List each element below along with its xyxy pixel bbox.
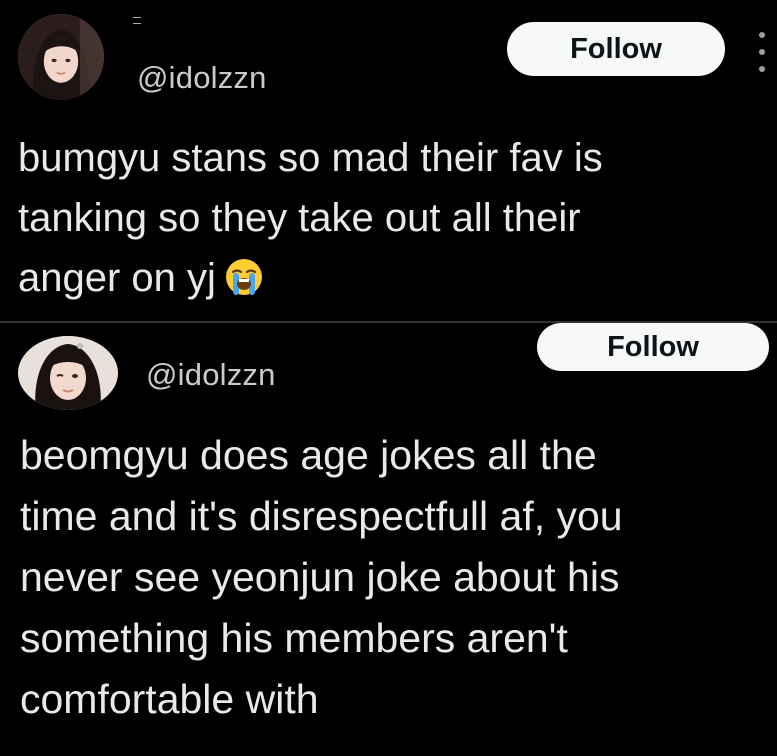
tweet-text-line: time and it's disrespectfull af, you <box>20 493 623 539</box>
tweet-text-line: beomgyu does age jokes all the <box>20 432 597 478</box>
avatar[interactable] <box>18 14 104 100</box>
avatar[interactable] <box>18 336 118 410</box>
status-mark-icon <box>133 17 141 24</box>
author-handle[interactable]: @idolzzn <box>146 357 276 393</box>
tweet-text-line: something his members aren't <box>20 615 568 661</box>
follow-button[interactable]: Follow <box>537 323 769 371</box>
tweet-card: @idolzzn Follow beomgyu does age jokes a… <box>0 323 777 756</box>
tweet-text-line-with-emoji: anger on yj <box>18 248 603 308</box>
more-options-icon[interactable] <box>755 32 769 72</box>
tweet-text-line: never see yeonjun joke about his <box>20 554 620 600</box>
loudly-crying-face-icon <box>224 254 264 295</box>
tweet-text: bumgyu stans so mad their fav is tanking… <box>18 128 603 308</box>
tweet-text-line: anger on yj <box>18 256 216 300</box>
tweet-text-line: comfortable with <box>20 676 319 722</box>
tweet-text-line: bumgyu stans so mad their fav is <box>18 136 603 180</box>
author-handle[interactable]: @idolzzn <box>137 60 267 96</box>
tweet-text-line: tanking so they take out all their <box>18 196 581 240</box>
tweet-card: @idolzzn Follow bumgyu stans so mad thei… <box>0 0 777 322</box>
tweet-text: beomgyu does age jokes all the time and … <box>20 425 623 730</box>
follow-button[interactable]: Follow <box>507 22 725 76</box>
